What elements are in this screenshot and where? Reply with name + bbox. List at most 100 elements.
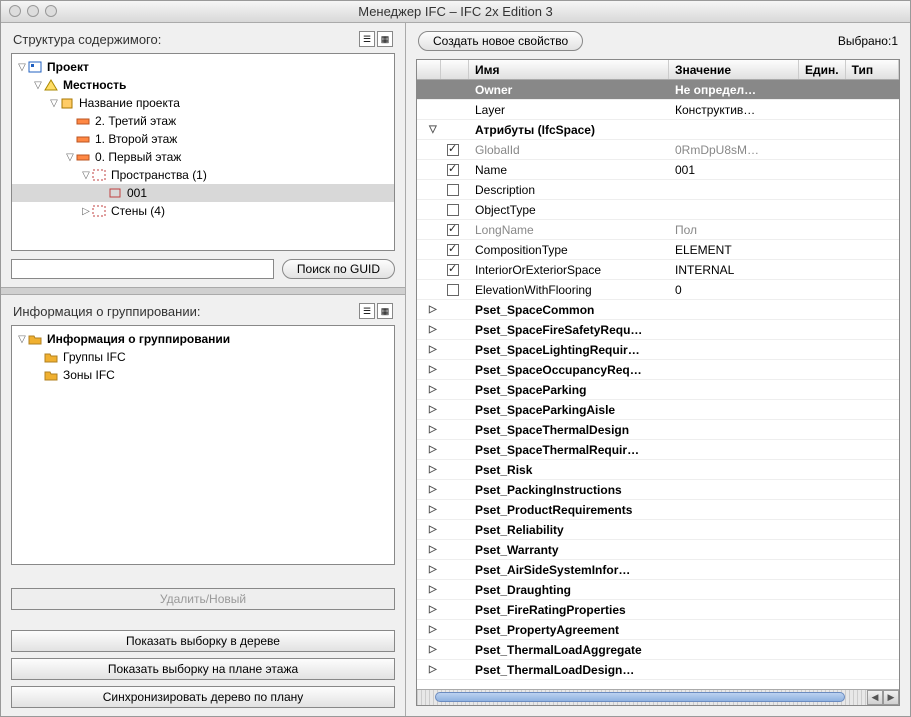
chevron-right-icon[interactable]: ▷ (423, 424, 437, 435)
scroll-left-icon[interactable]: ◀ (867, 690, 883, 705)
chevron-right-icon[interactable]: ▷ (423, 544, 437, 555)
chevron-right-icon[interactable]: ▷ (423, 344, 437, 355)
close-icon[interactable] (9, 5, 21, 17)
list-view-icon[interactable]: ▦ (377, 303, 393, 319)
grid-row[interactable]: ▷Pset_SpaceCommon (417, 300, 899, 320)
grid-row[interactable]: ▷Pset_Risk (417, 460, 899, 480)
tree-story-1[interactable]: 1. Второй этаж (12, 130, 394, 148)
chevron-right-icon[interactable]: ▷ (423, 504, 437, 515)
grid-row[interactable]: ▷Pset_Draughting (417, 580, 899, 600)
checkbox[interactable] (447, 144, 459, 156)
create-property-button[interactable]: Создать новое свойство (418, 31, 583, 51)
col-name[interactable]: Имя (469, 60, 669, 79)
grouping-ifc-zones[interactable]: Зоны IFC (12, 366, 394, 384)
grid-row[interactable]: Description (417, 180, 899, 200)
grid-row[interactable]: GlobalId0RmDpU8sM… (417, 140, 899, 160)
chevron-right-icon[interactable]: ▷ (80, 206, 92, 217)
grouping-root[interactable]: ▽ Информация о группировании (12, 330, 394, 348)
checkbox[interactable] (447, 284, 459, 296)
grid-body[interactable]: OwnerНе определ…LayerКонструктив…▽Атрибу… (417, 80, 899, 689)
grid-row[interactable]: ▷Pset_SpaceParkingAisle (417, 400, 899, 420)
checkbox[interactable] (447, 244, 459, 256)
grid-row[interactable]: ▷Pset_ThermalLoadAggregate (417, 640, 899, 660)
chevron-down-icon[interactable]: ▽ (16, 334, 28, 345)
chevron-right-icon[interactable]: ▷ (423, 304, 437, 315)
grid-row[interactable]: Name001 (417, 160, 899, 180)
grid-row[interactable]: ▷Pset_SpaceFireSafetyRequ… (417, 320, 899, 340)
chevron-right-icon[interactable]: ▷ (423, 584, 437, 595)
grid-row[interactable]: ▷Pset_SpaceLightingRequir… (417, 340, 899, 360)
chevron-right-icon[interactable]: ▷ (423, 524, 437, 535)
splitter[interactable] (1, 287, 405, 295)
grouping-tree[interactable]: ▽ Информация о группировании Группы IFC … (11, 325, 395, 565)
chevron-right-icon[interactable]: ▷ (423, 464, 437, 475)
grid-row[interactable]: ▷Pset_SpaceParking (417, 380, 899, 400)
grid-row[interactable]: OwnerНе определ… (417, 80, 899, 100)
show-in-tree-button[interactable]: Показать выборку в дереве (11, 630, 395, 652)
chevron-right-icon[interactable]: ▷ (423, 644, 437, 655)
tree-view-icon[interactable]: ☰ (359, 31, 375, 47)
col-type[interactable]: Тип (846, 60, 899, 79)
zoom-icon[interactable] (45, 5, 57, 17)
tree-walls[interactable]: ▷ Стены (4) (12, 202, 394, 220)
grid-row[interactable]: CompositionTypeELEMENT (417, 240, 899, 260)
chevron-right-icon[interactable]: ▷ (423, 624, 437, 635)
chevron-down-icon[interactable]: ▽ (16, 62, 28, 73)
minimize-icon[interactable] (27, 5, 39, 17)
grid-row[interactable]: ▷Pset_SpaceThermalDesign (417, 420, 899, 440)
chevron-right-icon[interactable]: ▷ (423, 364, 437, 375)
chevron-right-icon[interactable]: ▷ (423, 484, 437, 495)
grid-row[interactable]: ▷Pset_PropertyAgreement (417, 620, 899, 640)
guid-search-button[interactable]: Поиск по GUID (282, 259, 395, 279)
tree-spaces[interactable]: ▽ Пространства (1) (12, 166, 394, 184)
sync-tree-button[interactable]: Синхронизировать дерево по плану (11, 686, 395, 708)
chevron-down-icon[interactable]: ▽ (64, 152, 76, 163)
chevron-right-icon[interactable]: ▷ (423, 604, 437, 615)
grid-row[interactable]: ▷Pset_PackingInstructions (417, 480, 899, 500)
col-value[interactable]: Значение (669, 60, 799, 79)
grid-row[interactable]: ObjectType (417, 200, 899, 220)
chevron-right-icon[interactable]: ▷ (423, 384, 437, 395)
tree-space-001[interactable]: 001 (12, 184, 394, 202)
grid-row[interactable]: ▷Pset_SpaceOccupancyReq… (417, 360, 899, 380)
checkbox[interactable] (447, 204, 459, 216)
chevron-down-icon[interactable]: ▽ (32, 80, 44, 91)
grid-row[interactable]: LayerКонструктив… (417, 100, 899, 120)
tree-view-icon[interactable]: ☰ (359, 303, 375, 319)
scroll-right-icon[interactable]: ▶ (883, 690, 899, 705)
checkbox[interactable] (447, 264, 459, 276)
grid-row[interactable]: ▷Pset_ProductRequirements (417, 500, 899, 520)
delete-new-button[interactable]: Удалить/Новый (11, 588, 395, 610)
grid-row[interactable]: ▷Pset_Warranty (417, 540, 899, 560)
chevron-down-icon[interactable]: ▽ (423, 124, 437, 135)
chevron-right-icon[interactable]: ▷ (423, 664, 437, 675)
grid-row[interactable]: ▷Pset_FireRatingProperties (417, 600, 899, 620)
tree-project[interactable]: ▽ Проект (12, 58, 394, 76)
grouping-ifc-groups[interactable]: Группы IFC (12, 348, 394, 366)
checkbox[interactable] (447, 224, 459, 236)
col-unit[interactable]: Един. (799, 60, 846, 79)
chevron-right-icon[interactable]: ▷ (423, 404, 437, 415)
tree-story-2[interactable]: 2. Третий этаж (12, 112, 394, 130)
checkbox[interactable] (447, 184, 459, 196)
guid-input[interactable] (11, 259, 274, 279)
tree-story-0[interactable]: ▽ 0. Первый этаж (12, 148, 394, 166)
chevron-down-icon[interactable]: ▽ (80, 170, 92, 181)
grid-row[interactable]: ▷Pset_ThermalLoadDesign… (417, 660, 899, 680)
h-scrollbar[interactable]: ◀ ▶ (417, 689, 899, 705)
grid-row[interactable]: ▽Атрибуты (IfcSpace) (417, 120, 899, 140)
grid-row[interactable]: LongNameПол (417, 220, 899, 240)
scrollbar-thumb[interactable] (435, 692, 845, 702)
grid-row[interactable]: ▷Pset_AirSideSystemInfor… (417, 560, 899, 580)
grid-row[interactable]: ElevationWithFlooring0 (417, 280, 899, 300)
list-view-icon[interactable]: ▦ (377, 31, 393, 47)
tree-building[interactable]: ▽ Название проекта (12, 94, 394, 112)
chevron-down-icon[interactable]: ▽ (48, 98, 60, 109)
show-on-plan-button[interactable]: Показать выборку на плане этажа (11, 658, 395, 680)
tree-site[interactable]: ▽ Местность (12, 76, 394, 94)
grid-row[interactable]: ▷Pset_Reliability (417, 520, 899, 540)
grid-row[interactable]: ▷Pset_SpaceThermalRequir… (417, 440, 899, 460)
grid-row[interactable]: InteriorOrExteriorSpaceINTERNAL (417, 260, 899, 280)
checkbox[interactable] (447, 164, 459, 176)
chevron-right-icon[interactable]: ▷ (423, 444, 437, 455)
